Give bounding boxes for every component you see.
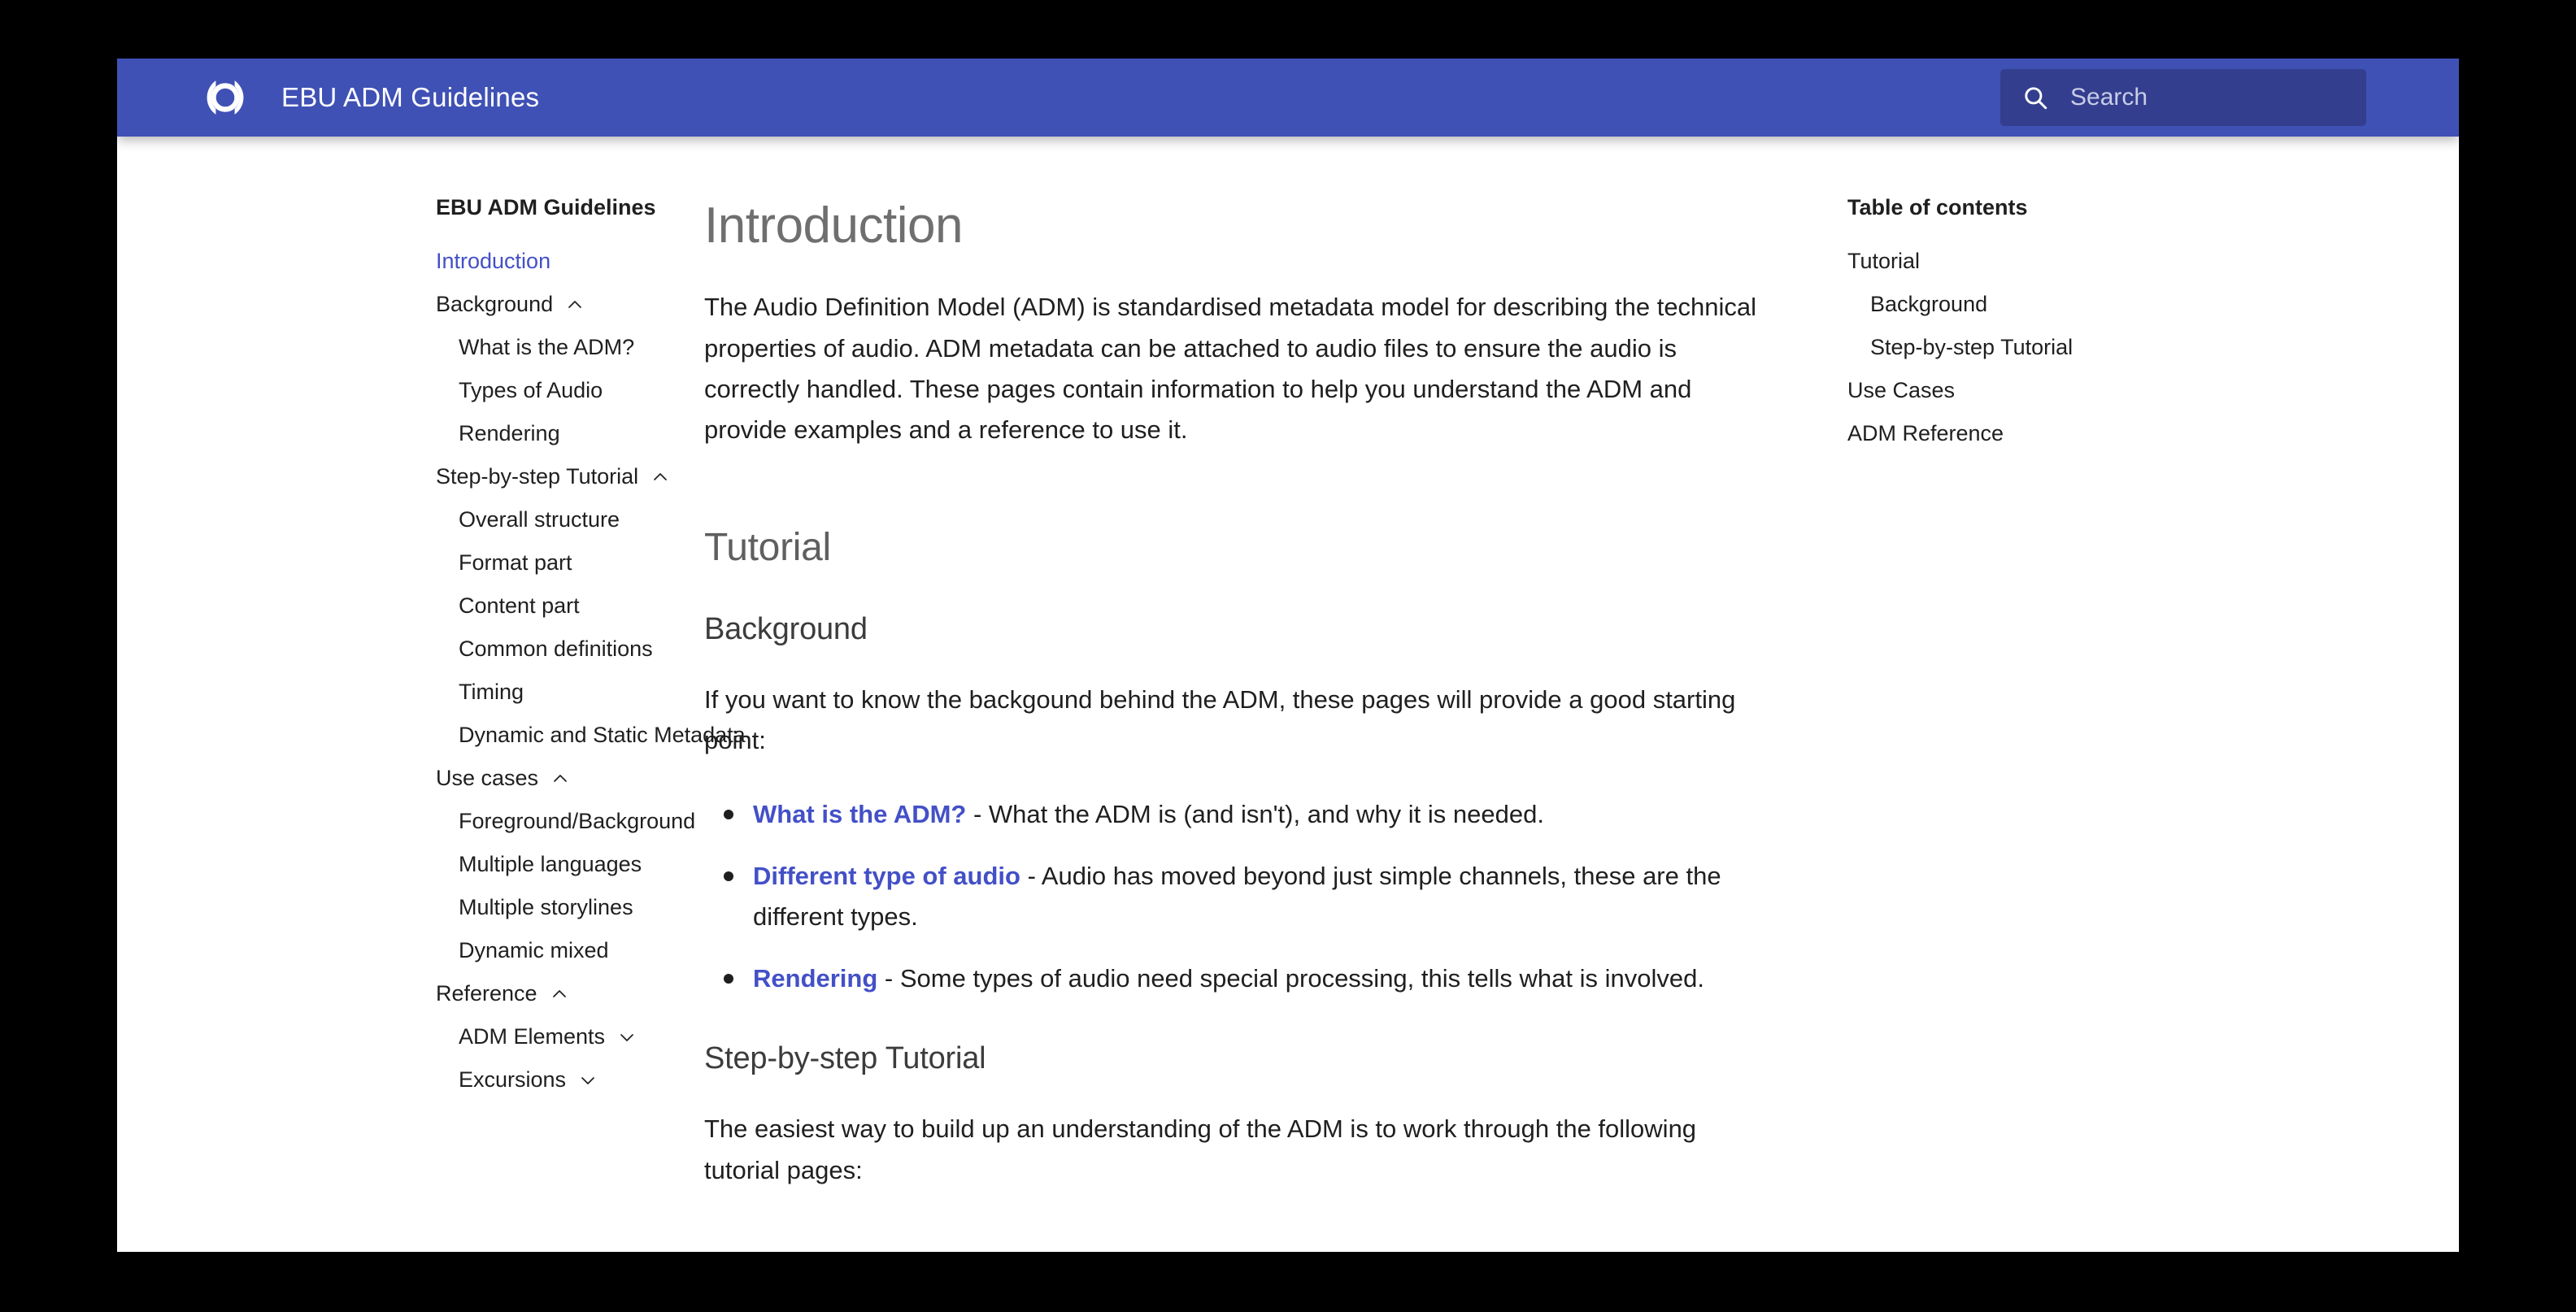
sidebar-item-what-is-the-adm[interactable]: What is the ADM?	[436, 326, 634, 369]
primary-navigation: EBU ADM Guidelines Introduction Backgroun…	[117, 179, 746, 1191]
sidebar-item-step-by-step-tutorial[interactable]: Step-by-step Tutorial	[436, 455, 667, 498]
sidebar-item-content-part[interactable]: Content part	[436, 584, 621, 628]
sidebar-title: EBU ADM Guidelines	[436, 195, 656, 219]
toc-item-adm-reference[interactable]: ADM Reference	[1847, 412, 2247, 455]
sidebar-item-introduction[interactable]: Introduction	[436, 240, 621, 283]
search-icon	[2021, 84, 2049, 111]
toc-item-background[interactable]: Background	[1847, 283, 2247, 326]
sidebar-item-label: Types of Audio	[459, 378, 603, 402]
sidebar-item-format-part[interactable]: Format part	[436, 541, 621, 584]
sidebar-item-list: Introduction Background What is the ADM? Ty…	[436, 240, 746, 1101]
sidebar-item-label: Content part	[459, 593, 580, 618]
sidebar-item-label: Dynamic mixed	[459, 938, 609, 962]
list-item-text: - Some types of audio need special proce…	[877, 964, 1704, 993]
main-content: Introduction The Audio Definition Model …	[621, 179, 1825, 1191]
link-rendering[interactable]: Rendering	[753, 964, 877, 993]
search-box[interactable]	[2000, 69, 2384, 126]
sidebar-item-background[interactable]: Background	[436, 283, 621, 326]
toc-item-use-cases[interactable]: Use Cases	[1847, 369, 2247, 412]
table-of-contents: Table of contents Tutorial Background Step…	[1825, 179, 2247, 1191]
toc-item-list: Tutorial Background Step-by-step Tutorial U…	[1847, 240, 2247, 455]
toc-item-tutorial[interactable]: Tutorial	[1847, 240, 2247, 283]
chevron-up-icon[interactable]	[550, 985, 568, 1003]
sidebar-item-common-definitions[interactable]: Common definitions	[436, 628, 653, 671]
sidebar-item-label: Multiple storylines	[459, 895, 633, 919]
sidebar-item-multiple-languages[interactable]: Multiple languages	[436, 843, 642, 886]
sidebar-item-adm-elements[interactable]: ADM Elements	[436, 1015, 633, 1058]
intro-paragraph: The Audio Definition Model (ADM) is stan…	[704, 293, 1757, 444]
sidebar-item-label: Timing	[459, 680, 524, 704]
heading-tutorial: Tutorial	[704, 526, 831, 570]
sidebar-item-foreground-background[interactable]: Foreground/Background	[436, 800, 695, 843]
background-paragraph: If you want to know the backgound behind…	[704, 685, 1736, 755]
page-canvas: EBU ADM Guidelines EBU ADM Guidelines In…	[117, 59, 2459, 1252]
ebu-logo-icon[interactable]	[202, 74, 249, 121]
list-item: Rendering - Some types of audio need spe…	[724, 958, 1776, 999]
background-link-list: What is the ADM? - What the ADM is (and …	[704, 794, 1776, 1000]
chevron-down-icon[interactable]	[579, 1071, 597, 1089]
search-input[interactable]	[2070, 84, 2384, 111]
sidebar-item-label: Multiple languages	[459, 852, 642, 876]
sidebar-item-label: Rendering	[459, 421, 560, 445]
sidebar-item-dynamic-mixed[interactable]: Dynamic mixed	[436, 929, 621, 972]
sidebar-item-label: Introduction	[436, 249, 551, 273]
sidebar-item-rendering[interactable]: Rendering	[436, 412, 621, 455]
list-item: What is the ADM? - What the ADM is (and …	[724, 794, 1776, 835]
sidebar-item-label: Format part	[459, 550, 572, 575]
chevron-up-icon[interactable]	[551, 770, 569, 788]
site-header: EBU ADM Guidelines	[117, 59, 2459, 137]
sidebar-item-label: ADM Elements	[459, 1024, 606, 1049]
sidebar-item-timing[interactable]: Timing	[436, 671, 621, 714]
sidebar-item-label: What is the ADM?	[459, 335, 635, 359]
link-different-type-of-audio[interactable]: Different type of audio	[753, 862, 1020, 890]
sidebar-item-dynamic-and-static-metadata[interactable]: Dynamic and Static Metadata	[436, 714, 746, 757]
sidebar-item-reference[interactable]: Reference	[436, 972, 621, 1015]
sidebar-item-overall-structure[interactable]: Overall structure	[436, 498, 621, 541]
page-title: Introduction	[704, 198, 964, 254]
toc-item-step-by-step-tutorial[interactable]: Step-by-step Tutorial	[1847, 326, 2247, 369]
stepbystep-paragraph: The easiest way to build up an understan…	[704, 1114, 1697, 1184]
heading-step-by-step-tutorial: Step-by-step Tutorial	[704, 1041, 986, 1076]
sidebar-item-label: Reference	[436, 981, 537, 1006]
list-item: Different type of audio - Audio has move…	[724, 856, 1776, 937]
sidebar-item-label: Excursions	[459, 1067, 567, 1092]
heading-background: Background	[704, 612, 868, 647]
sidebar-item-label: Use cases	[436, 766, 539, 790]
sidebar-item-multiple-storylines[interactable]: Multiple storylines	[436, 886, 633, 929]
chevron-up-icon[interactable]	[566, 296, 584, 314]
sidebar-item-use-cases[interactable]: Use cases	[436, 757, 621, 800]
sidebar-item-label: Step-by-step Tutorial	[436, 464, 639, 489]
list-item-text: - What the ADM is (and isn't), and why i…	[966, 799, 1544, 828]
sidebar-item-types-of-audio[interactable]: Types of Audio	[436, 369, 621, 412]
link-what-is-the-adm[interactable]: What is the ADM?	[753, 800, 966, 828]
toc-title: Table of contents	[1847, 195, 2028, 219]
sidebar-item-label: Overall structure	[459, 507, 620, 532]
site-title: EBU ADM Guidelines	[281, 82, 540, 112]
sidebar-item-label: Background	[436, 292, 554, 316]
page-body: EBU ADM Guidelines Introduction Backgroun…	[117, 137, 2459, 1191]
sidebar-item-excursions[interactable]: Excursions	[436, 1058, 621, 1101]
